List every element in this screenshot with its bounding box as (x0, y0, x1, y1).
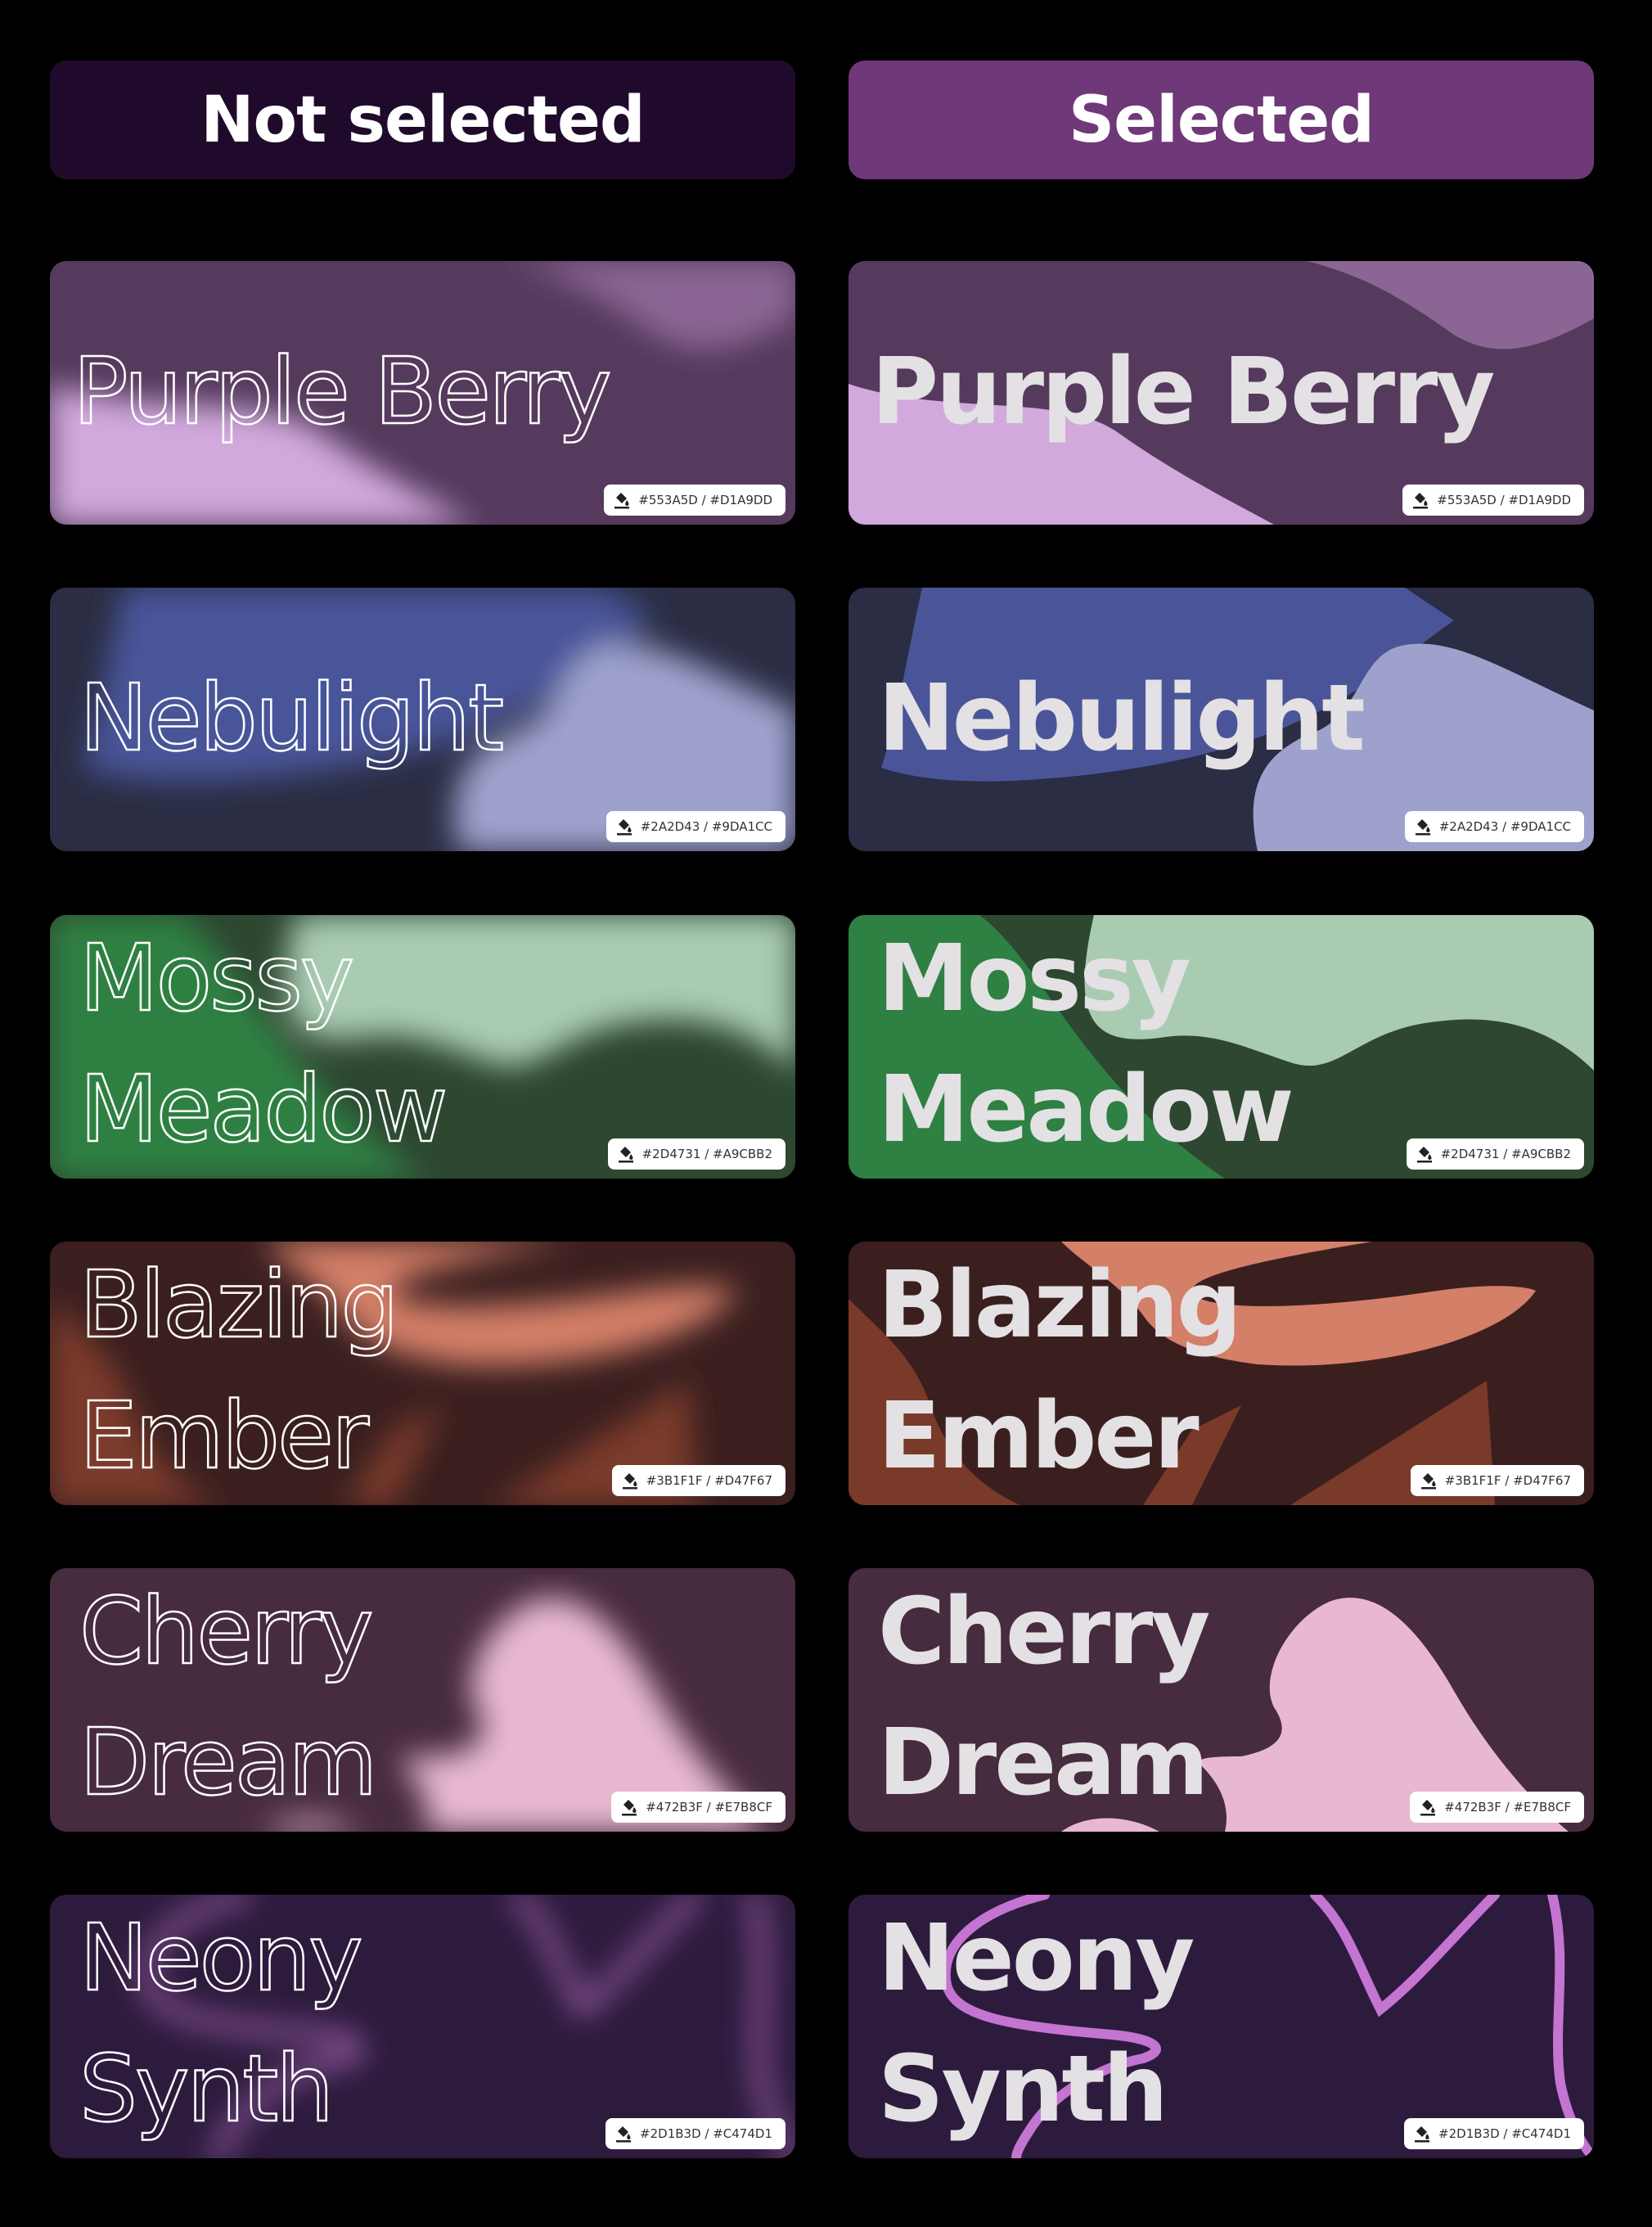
color-code-text: #472B3F / #E7B8CF (646, 1800, 772, 1815)
paint-bucket-icon (616, 819, 632, 836)
theme-card-unselected-cherry-dream[interactable]: Cherry Dream #472B3F / #E7B8CF (50, 1568, 795, 1832)
color-code-badge: #553A5D / #D1A9DD (604, 485, 785, 516)
color-code-badge: #553A5D / #D1A9DD (1402, 485, 1584, 516)
paint-bucket-icon (618, 1147, 633, 1163)
theme-title-line: Blazing (878, 1252, 1242, 1359)
header-not-selected: Not selected (50, 61, 795, 179)
theme-title-line: Meadow (878, 1057, 1294, 1163)
theme-title-line: Neony (79, 1905, 364, 2013)
theme-title-line: Dream (79, 1709, 379, 1818)
theme-title-line: Mossy (79, 925, 356, 1034)
color-code-badge: #2D4731 / #A9CBB2 (1406, 1138, 1584, 1170)
theme-title-line: Cherry (79, 1578, 375, 1687)
theme-card-unselected-mossy-meadow[interactable]: Mossy Meadow #2D4731 / #A9CBB2 (50, 915, 795, 1179)
color-code-badge: #2A2D43 / #9DA1CC (605, 811, 785, 842)
paint-bucket-icon (1413, 493, 1429, 509)
theme-title-line: Synth (79, 2035, 335, 2144)
theme-title-line: Meadow (79, 1056, 449, 1165)
paint-bucket-icon (622, 1800, 637, 1816)
theme-title-line: Cherry (878, 1579, 1210, 1685)
color-code-badge: #2D4731 / #A9CBB2 (607, 1138, 785, 1170)
color-code-badge: #2D1B3D / #C474D1 (1404, 2118, 1584, 2149)
theme-title-line: Synth (878, 2036, 1168, 2143)
color-code-badge: #2A2D43 / #9DA1CC (1404, 811, 1584, 842)
theme-card-selected-nebulight[interactable]: Nebulight #2A2D43 / #9DA1CC (849, 588, 1594, 851)
color-code-badge: #3B1F1F / #D47F67 (1410, 1465, 1584, 1496)
theme-card-selected-blazing-ember[interactable]: Blazing Ember #3B1F1F / #D47F67 (849, 1242, 1594, 1505)
theme-card-unselected-neony-synth[interactable]: Neony Synth #2D1B3D / #C474D1 (50, 1895, 795, 2158)
theme-title-line: Blazing (79, 1251, 400, 1360)
theme-title-line: Nebulight (878, 665, 1366, 772)
theme-title-line: Ember (79, 1382, 370, 1491)
color-code-text: #2D4731 / #A9CBB2 (1440, 1147, 1571, 1161)
color-code-text: #2A2D43 / #9DA1CC (1438, 819, 1571, 834)
theme-title-line: Ember (878, 1383, 1200, 1490)
paint-bucket-icon (1420, 1800, 1436, 1816)
paint-bucket-icon (1415, 2126, 1430, 2143)
paint-bucket-icon (616, 2126, 632, 2143)
theme-card-selected-neony-synth[interactable]: Neony Synth #2D1B3D / #C474D1 (849, 1895, 1594, 2158)
theme-title-line: Neony (878, 1905, 1195, 2012)
theme-card-selected-cherry-dream[interactable]: Cherry Dream #472B3F / #E7B8CF (849, 1568, 1594, 1832)
theme-title-line: Purple Berry (72, 338, 613, 447)
theme-card-selected-purple-berry[interactable]: Purple Berry #553A5D / #D1A9DD (849, 261, 1594, 525)
color-code-badge: #3B1F1F / #D47F67 (611, 1465, 785, 1496)
color-code-badge: #2D1B3D / #C474D1 (605, 2118, 785, 2149)
color-code-text: #3B1F1F / #D47F67 (1444, 1473, 1571, 1488)
color-code-badge: #472B3F / #E7B8CF (611, 1792, 785, 1823)
theme-card-selected-mossy-meadow[interactable]: Mossy Meadow #2D4731 / #A9CBB2 (849, 915, 1594, 1179)
theme-title-line: Mossy (878, 926, 1191, 1032)
theme-title-line: Nebulight (79, 665, 506, 773)
paint-bucket-icon (1416, 1147, 1432, 1163)
color-code-text: #3B1F1F / #D47F67 (646, 1473, 772, 1488)
paint-bucket-icon (614, 493, 630, 509)
paint-bucket-icon (1415, 819, 1430, 836)
color-code-text: #2D1B3D / #C474D1 (640, 2126, 772, 2141)
color-code-badge: #472B3F / #E7B8CF (1410, 1792, 1584, 1823)
theme-card-unselected-blazing-ember[interactable]: Blazing Ember #3B1F1F / #D47F67 (50, 1242, 795, 1505)
color-code-text: #2D1B3D / #C474D1 (1438, 2126, 1571, 2141)
theme-card-unselected-purple-berry[interactable]: Purple Berry #553A5D / #D1A9DD (50, 261, 795, 525)
header-selected: Selected (849, 61, 1594, 179)
color-code-text: #553A5D / #D1A9DD (1437, 493, 1571, 507)
color-code-text: #553A5D / #D1A9DD (638, 493, 772, 507)
paint-bucket-icon (622, 1473, 637, 1490)
theme-card-unselected-nebulight[interactable]: Nebulight #2A2D43 / #9DA1CC (50, 588, 795, 851)
paint-bucket-icon (1420, 1473, 1436, 1490)
theme-title-line: Purple Berry (871, 339, 1495, 445)
color-code-text: #2A2D43 / #9DA1CC (640, 819, 772, 834)
theme-title-line: Dream (878, 1710, 1209, 1816)
color-code-text: #472B3F / #E7B8CF (1444, 1800, 1571, 1815)
color-code-text: #2D4731 / #A9CBB2 (641, 1147, 772, 1161)
